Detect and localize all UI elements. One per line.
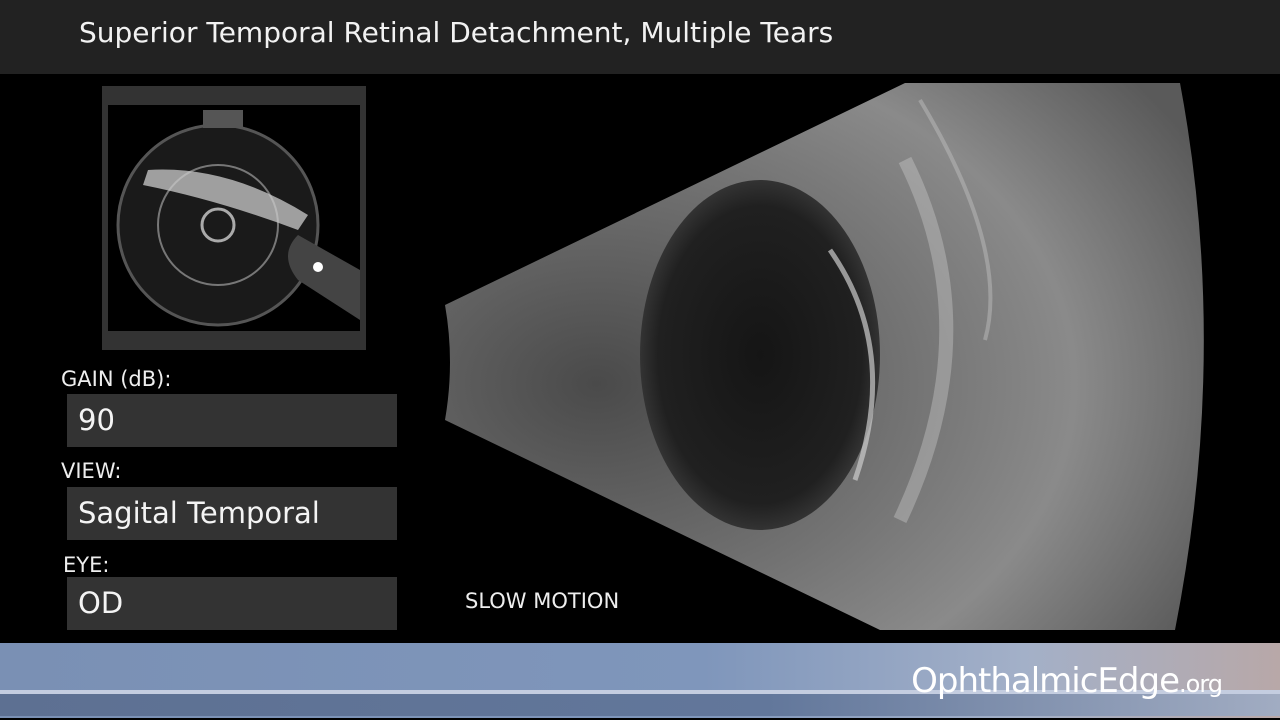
view-value: Sagital Temporal [67, 487, 397, 540]
eye-probe-icon [108, 105, 360, 331]
playback-mode-label: SLOW MOTION [465, 589, 620, 613]
footer-banner: OphthalmicEdge.org [0, 643, 1280, 718]
eye-value: OD [67, 577, 397, 630]
probe-position-diagram [102, 86, 366, 350]
brand-suffix: .org [1179, 670, 1223, 698]
gain-label: GAIN (dB): [61, 367, 172, 391]
gain-value: 90 [67, 394, 397, 447]
brand-main: OphthalmicEdge [911, 661, 1180, 701]
eye-label: EYE: [63, 553, 110, 577]
brand-logo: OphthalmicEdge.org [911, 661, 1223, 701]
view-label: VIEW: [61, 459, 122, 483]
